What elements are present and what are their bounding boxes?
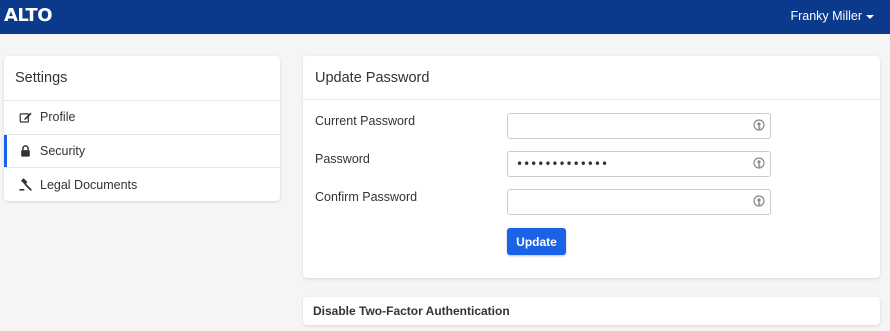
caret-down-icon (866, 14, 874, 19)
sidebar-item-label: Legal Documents (40, 177, 138, 192)
settings-title: Settings (4, 56, 280, 101)
update-password-card: Update Password Current Password Passwor… (303, 56, 880, 278)
sidebar-item-security[interactable]: Security (4, 134, 280, 168)
top-navbar: ALTO Franky Miller (0, 0, 890, 34)
settings-card: Settings Profile Security Legal Document… (4, 56, 280, 201)
update-button[interactable]: Update (507, 228, 566, 255)
disable-2fa-card: Disable Two-Factor Authentication (303, 297, 880, 325)
password-manager-key-icon[interactable] (752, 195, 766, 209)
sidebar-item-label: Profile (40, 110, 76, 125)
lock-icon (18, 144, 32, 158)
gavel-icon (18, 178, 32, 192)
password-input[interactable] (507, 151, 771, 177)
user-name: Franky Miller (790, 9, 862, 23)
sidebar-item-profile[interactable]: Profile (4, 101, 280, 135)
current-password-input[interactable] (507, 113, 771, 139)
user-menu[interactable]: Franky Miller (790, 9, 874, 23)
disable-2fa-title: Disable Two-Factor Authentication (313, 304, 510, 318)
update-password-title: Update Password (303, 56, 880, 100)
app-logo[interactable]: ALTO (4, 5, 53, 26)
password-label: Password (315, 152, 370, 166)
sidebar-item-legal-documents[interactable]: Legal Documents (4, 168, 280, 202)
password-manager-key-icon[interactable] (752, 157, 766, 171)
edit-icon (18, 110, 32, 124)
confirm-password-input[interactable] (507, 189, 771, 215)
confirm-password-label: Confirm Password (315, 190, 418, 204)
password-manager-key-icon[interactable] (752, 119, 766, 133)
current-password-label: Current Password (315, 114, 416, 128)
sidebar-item-label: Security (40, 143, 86, 158)
